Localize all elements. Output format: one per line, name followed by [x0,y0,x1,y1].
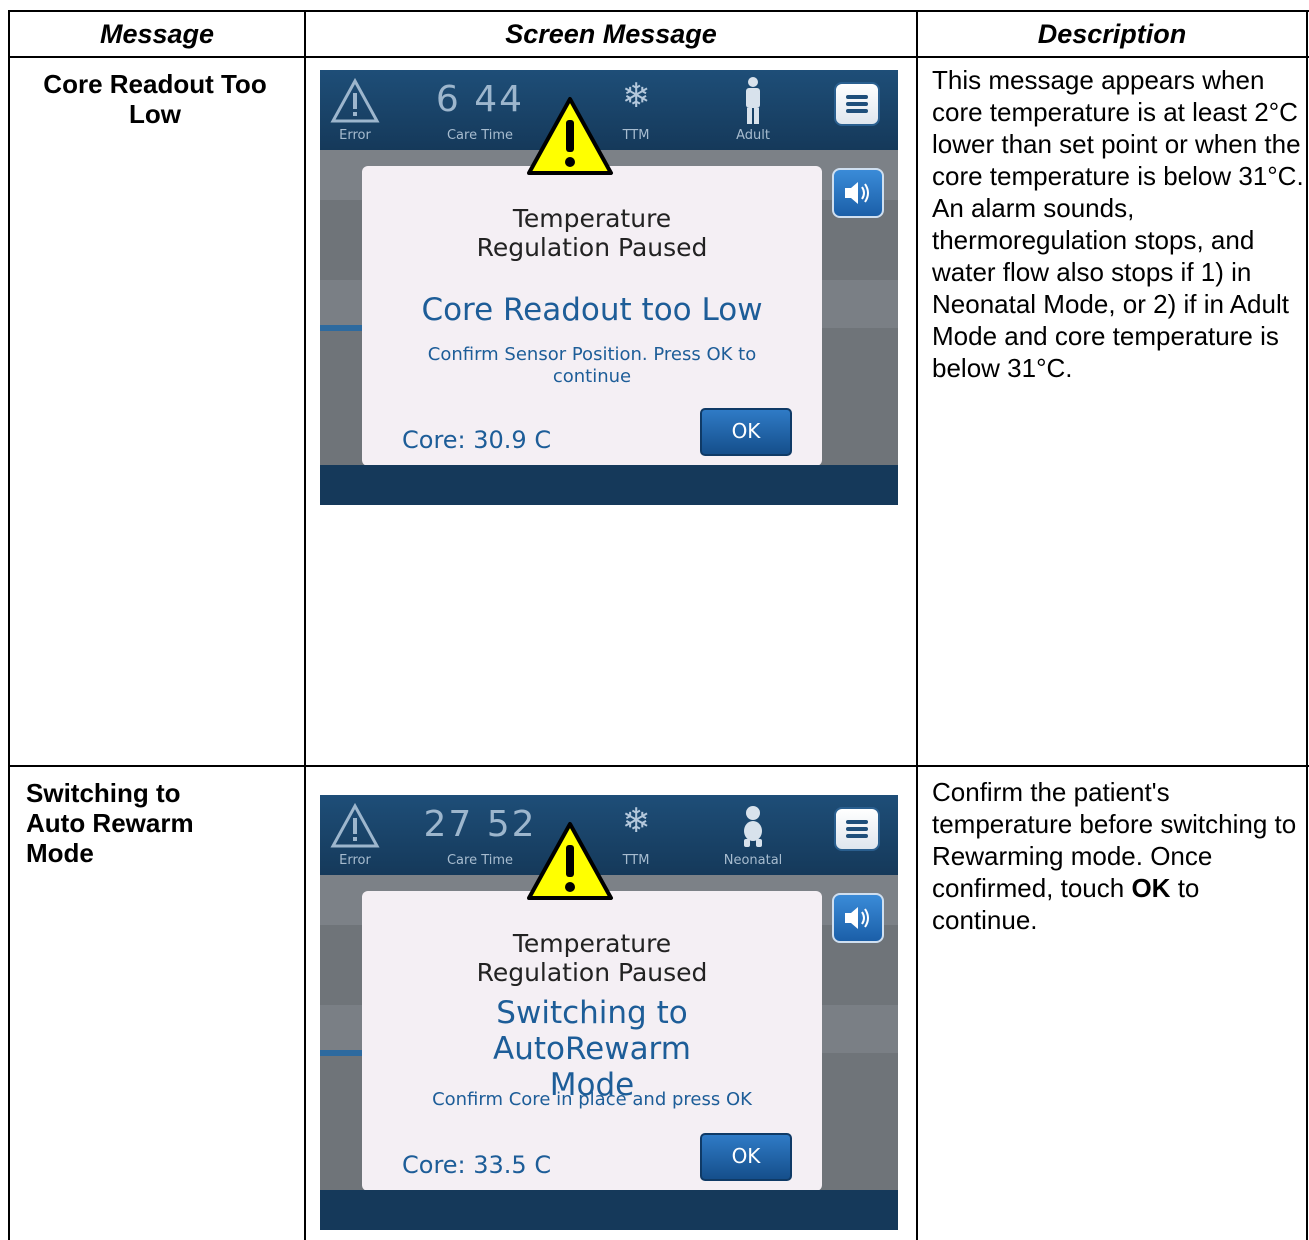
dialog-message: Switching to AutoRewarm Mode [493,995,691,1103]
header-screen-message: Screen Message [505,18,717,49]
table-border-header [8,56,1309,58]
core-temperature-readout: Core: 33.5 C [402,1151,552,1179]
message-label-auto-rewarm: Switching to Auto Rewarm Mode [26,778,194,868]
message-label-core-readout: Core Readout Too Low [43,69,267,129]
speaker-icon [845,182,869,204]
bottom-bar [320,465,898,505]
bottom-bar [320,1190,898,1230]
description-text: Confirm the patient's temperature before… [932,777,1297,903]
warning-triangle-icon [527,822,613,900]
care-time-value: 6 44 [435,79,525,120]
snowflake-icon: ❄ [621,76,651,116]
dialog-instruction: Confirm Sensor Position. Press OK to con… [427,344,757,387]
alert-dialog: Temperature Regulation Paused Core Reado… [362,166,822,466]
menu-button[interactable] [834,807,880,851]
dialog-title: Temperature Regulation Paused [476,204,708,262]
therapy-label: TTM [622,128,650,143]
dialog-title: Temperature Regulation Paused [476,929,708,987]
description-ok-emphasis: OK [1131,873,1171,903]
ok-button[interactable]: OK [700,1133,792,1181]
table-border-row [8,765,1309,767]
speaker-button[interactable] [832,893,884,943]
table-col-divider-2 [916,10,918,1240]
device-screenshot-auto-rewarm: Error 27 52 Care Time ❄ TTM Neonatal Tem… [320,795,898,1230]
care-time-value: 27 52 [423,804,537,845]
header-message: Message [99,18,215,49]
table-border-left [8,10,10,1240]
patient-mode-label: Adult [736,128,770,143]
header-description: Description [1037,18,1187,49]
core-temperature-readout: Core: 30.9 C [402,426,552,454]
dialog-message: Core Readout too Low [421,292,763,328]
menu-button[interactable] [834,82,880,126]
error-label: Error [339,853,371,868]
error-warning-icon [330,78,380,123]
therapy-label: TTM [622,853,650,868]
patient-mode-label: Neonatal [723,853,783,868]
neonatal-figure-icon [744,806,762,847]
description-auto-rewarm: Confirm the patient's temperature before… [932,776,1304,936]
snowflake-icon: ❄ [621,801,651,841]
warning-triangle-icon [527,97,613,175]
error-label: Error [339,128,371,143]
dialog-instruction: Confirm Core in place and press OK [432,1089,752,1110]
error-warning-icon [330,803,380,848]
adult-figure-icon [746,77,760,124]
alert-dialog: Temperature Regulation Paused Switching … [362,891,822,1191]
table-col-divider-1 [304,10,306,1240]
description-core-readout: This message appears when core temperatu… [932,65,1304,383]
table-border-right [1306,10,1308,1240]
care-time-label: Care Time [446,128,514,143]
care-time-label: Care Time [446,853,514,868]
device-screenshot-core-readout: Error 6 44 Care Time ❄ TTM Adult Tempera… [320,70,898,505]
speaker-button[interactable] [832,168,884,218]
speaker-icon [845,907,869,929]
ok-button[interactable]: OK [700,408,792,456]
